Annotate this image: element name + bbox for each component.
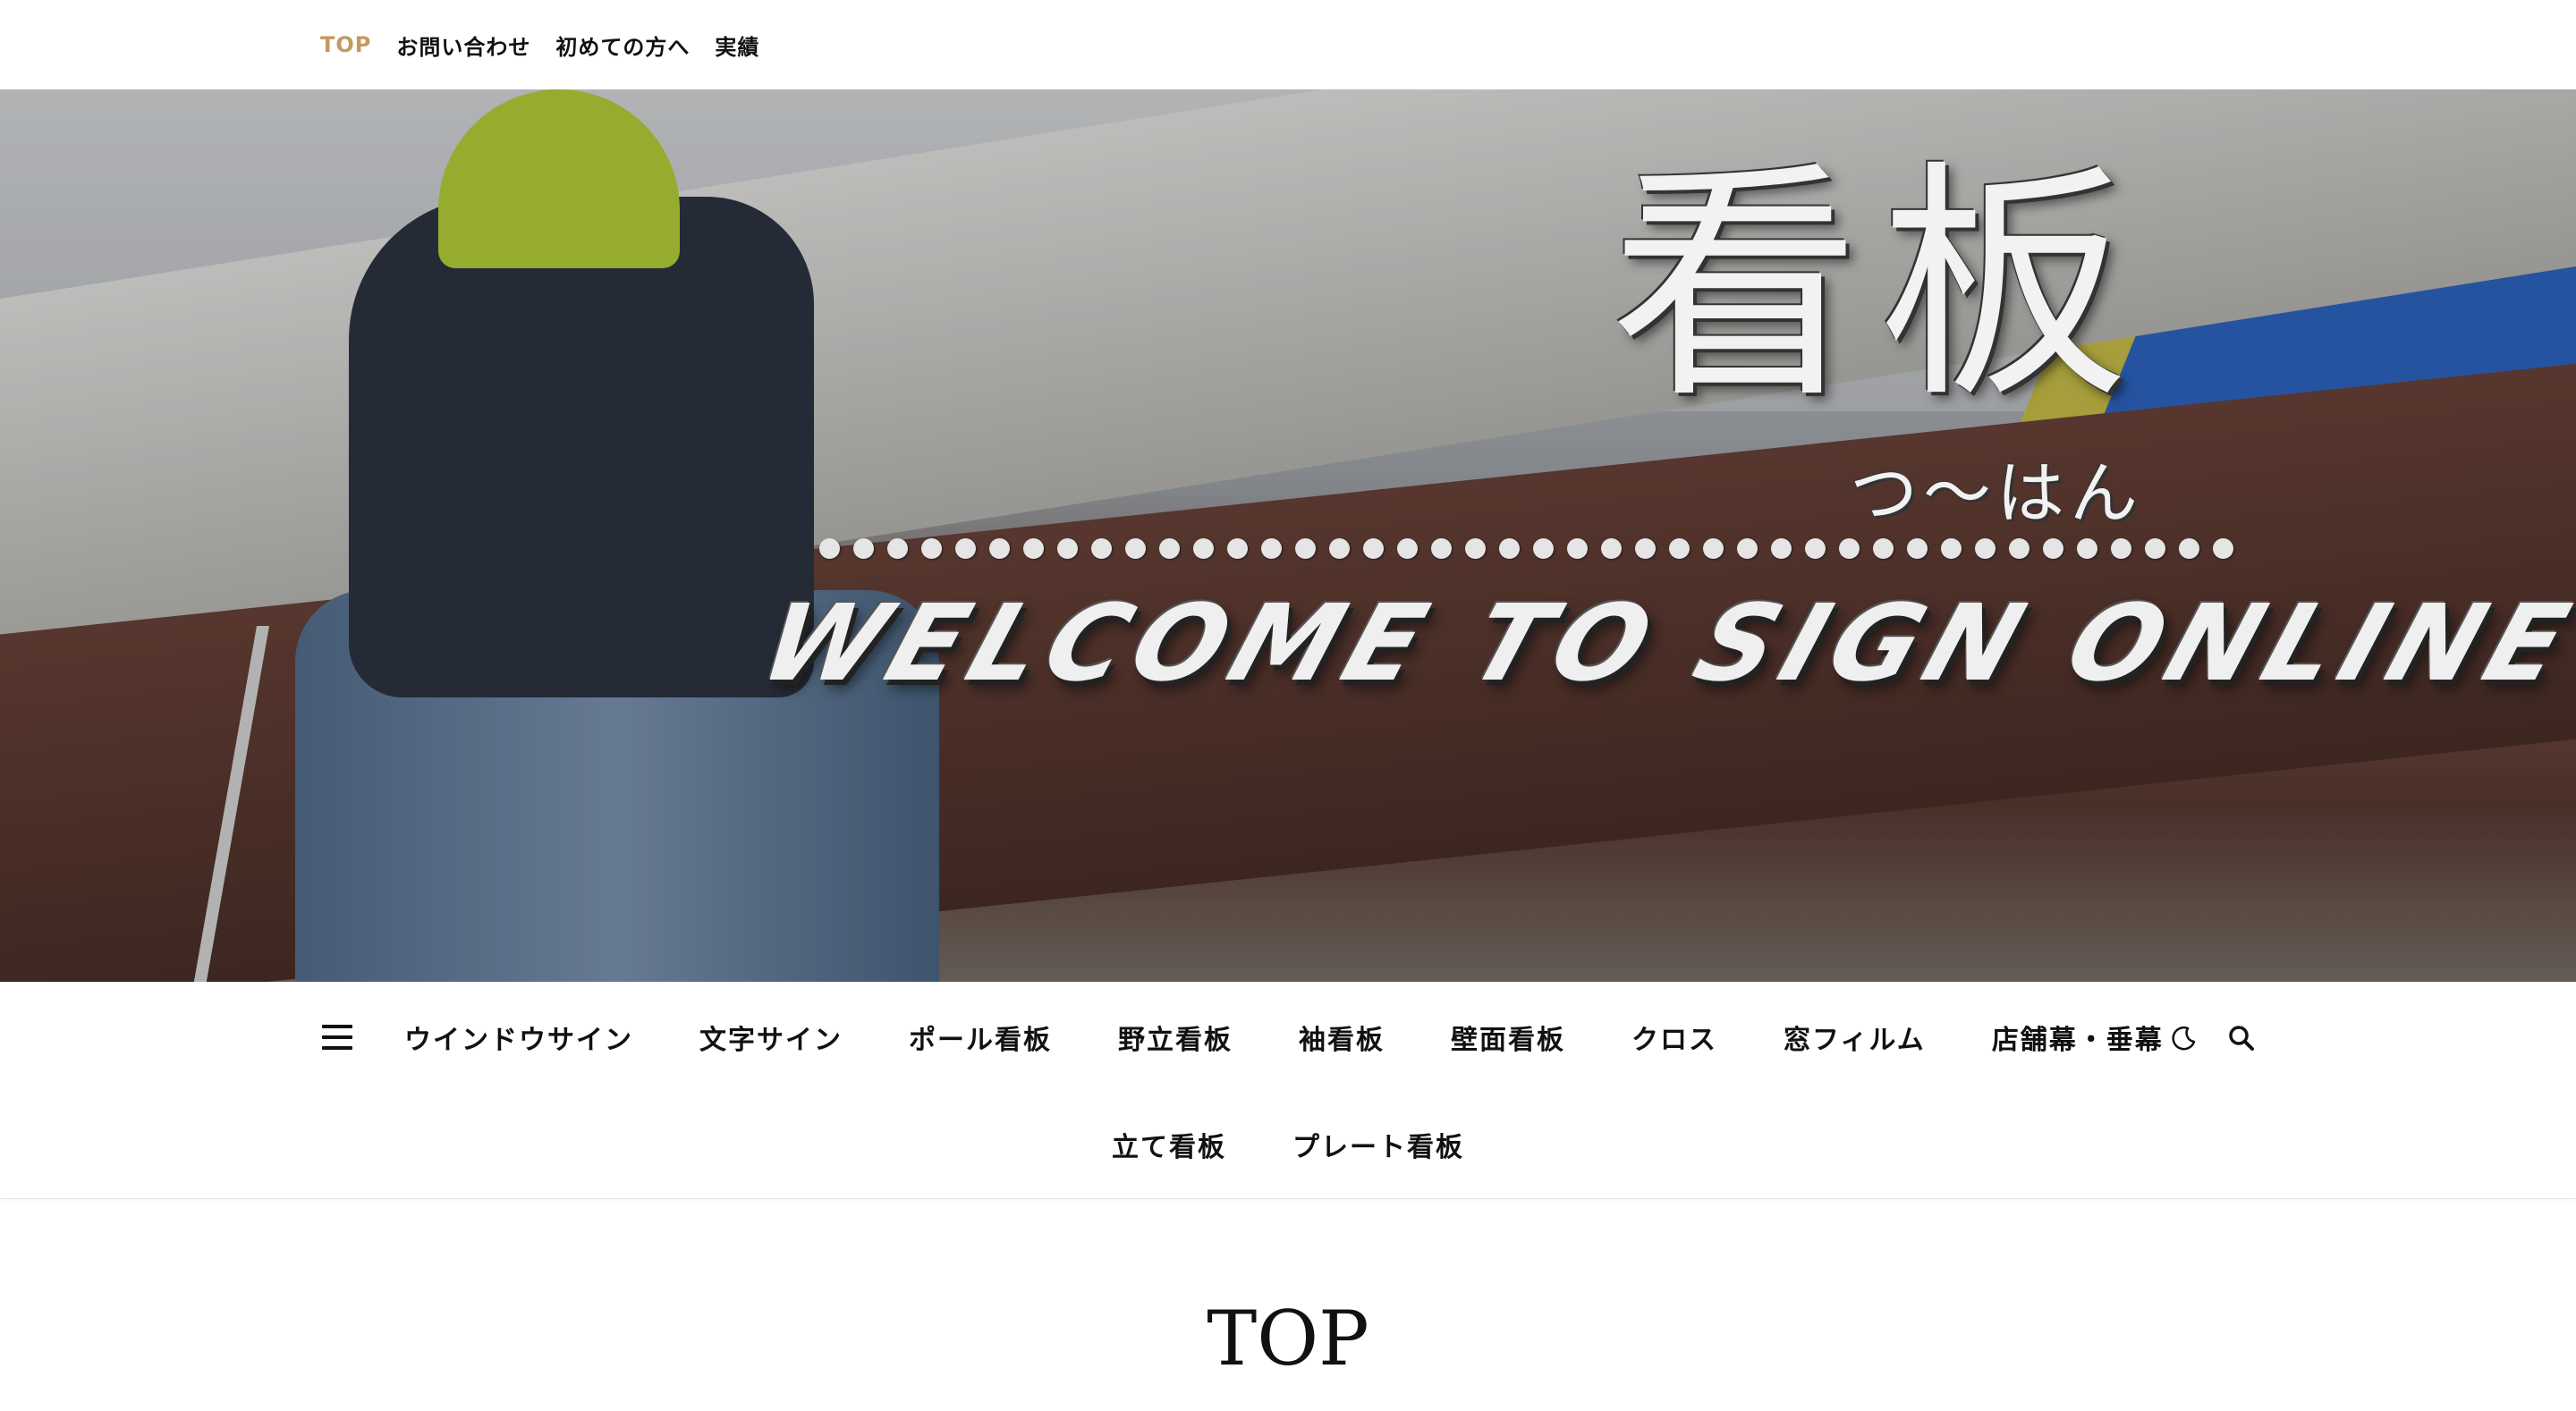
hero-title: 看板 xyxy=(1610,140,2147,432)
main-nav-row-2: 立て看板 プレート看板 xyxy=(0,1118,2576,1171)
nav-item-window-sign[interactable]: ウインドウサイン xyxy=(404,1018,633,1057)
nav-item-projecting-sign[interactable]: 袖看板 xyxy=(1299,1018,1385,1057)
page-title: TOP xyxy=(1207,1295,1369,1382)
nav-item-letter-sign[interactable]: 文字サイン xyxy=(699,1018,843,1057)
top-nav-item-first-time[interactable]: 初めての方へ xyxy=(555,30,690,61)
hero-banner xyxy=(0,89,2576,982)
nav-item-window-film[interactable]: 窓フィルム xyxy=(1784,1018,1926,1057)
nav-item-plate-sign[interactable]: プレート看板 xyxy=(1292,1125,1464,1164)
hero-overlay xyxy=(0,89,2576,982)
nav-item-pole-sign[interactable]: ポール看板 xyxy=(909,1018,1052,1057)
top-nav-item-top[interactable]: TOP xyxy=(320,32,371,57)
nav-item-field-sign[interactable]: 野立看板 xyxy=(1118,1018,1233,1057)
menu-icon[interactable] xyxy=(322,1025,352,1050)
search-icon[interactable] xyxy=(2227,1024,2256,1052)
top-nav-item-works[interactable]: 実績 xyxy=(715,30,759,61)
top-bar: TOP お問い合わせ 初めての方へ 実績 xyxy=(0,0,2576,89)
nav-item-banner[interactable]: 店舗幕・垂幕 xyxy=(1992,1018,2164,1057)
hero-dot-divider xyxy=(819,538,2233,559)
nav-item-standing-sign[interactable]: 立て看板 xyxy=(1112,1125,1226,1164)
nav-item-wall-sign[interactable]: 壁面看板 xyxy=(1451,1018,1565,1057)
top-nav-item-contact[interactable]: お問い合わせ xyxy=(396,30,530,61)
hero-welcome-text: WELCOME TO SIGN ONLINE SHOP xyxy=(747,581,2576,705)
top-nav: TOP お問い合わせ 初めての方へ 実績 xyxy=(320,0,759,89)
main-nav-row-1: ウインドウサイン 文字サイン ポール看板 野立看板 袖看板 壁面看板 クロス 窓… xyxy=(404,1010,2164,1064)
moon-icon[interactable] xyxy=(2170,1024,2199,1052)
nav-item-cloth[interactable]: クロス xyxy=(1631,1018,1717,1057)
hero-subtitle: つ～はん xyxy=(1850,453,2143,533)
